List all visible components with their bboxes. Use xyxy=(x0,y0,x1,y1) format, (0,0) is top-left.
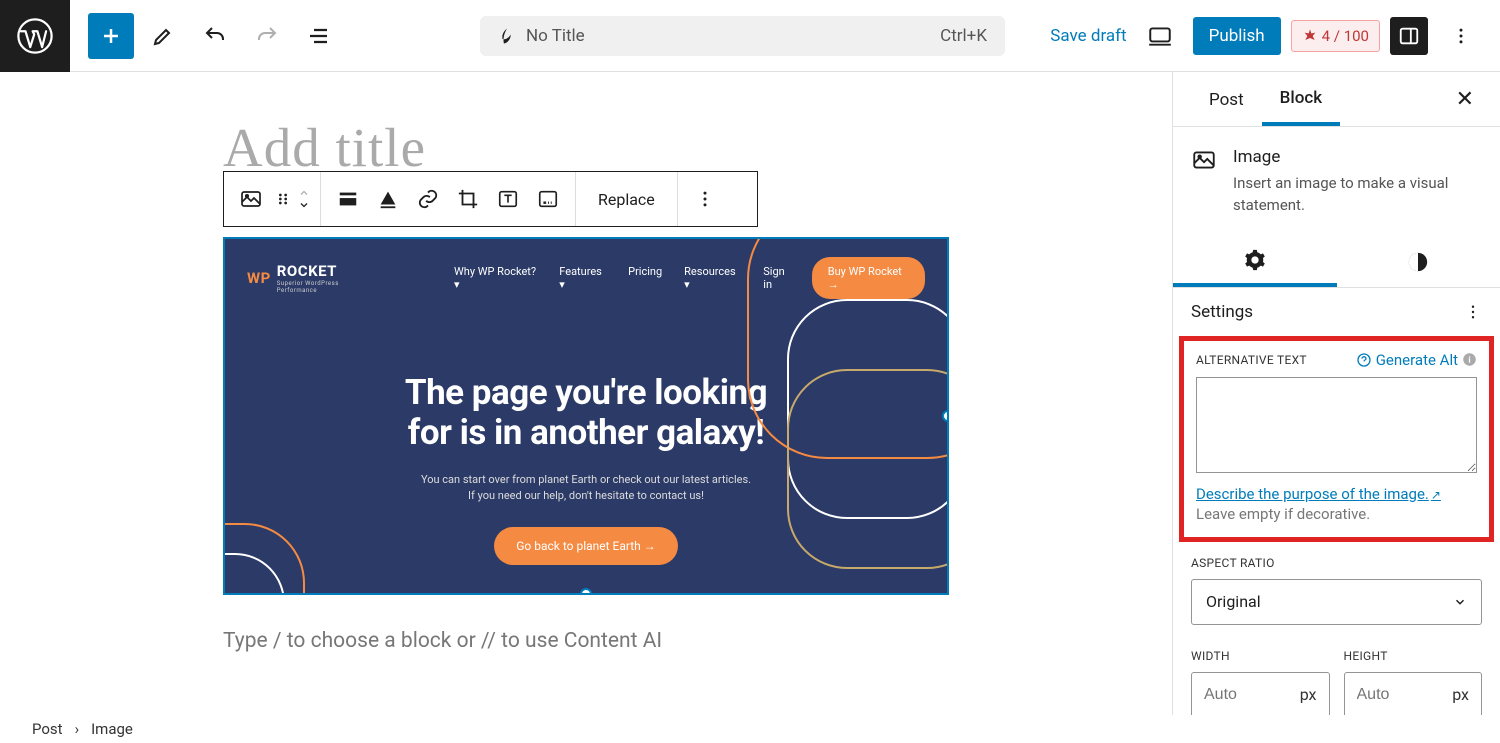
options-button[interactable] xyxy=(1438,13,1484,59)
drag-handle[interactable] xyxy=(272,180,294,218)
duotone-button[interactable] xyxy=(529,180,567,218)
settings-tab[interactable] xyxy=(1173,237,1337,287)
redo-button[interactable] xyxy=(244,13,290,59)
width-input-wrapper: px xyxy=(1191,672,1330,718)
publish-button[interactable]: Publish xyxy=(1193,17,1281,55)
alt-text-label: ALTERNATIVE TEXT xyxy=(1196,353,1307,367)
workspace: Add title xyxy=(0,72,1500,715)
document-title: No Title xyxy=(526,26,585,46)
image-block[interactable]: WP ROCKET Superior WordPress Performance… xyxy=(223,237,949,595)
command-bar[interactable]: No Title Ctrl+K xyxy=(480,16,1005,56)
save-draft-button[interactable]: Save draft xyxy=(1050,26,1126,46)
aspect-ratio-label: ASPECT RATIO xyxy=(1191,556,1275,570)
alt-text-help-link[interactable]: Describe the purpose of the image.↗ xyxy=(1196,485,1441,503)
alt-text-section: ALTERNATIVE TEXT Generate Alt Describe t… xyxy=(1179,336,1494,542)
generate-alt-button[interactable]: Generate Alt xyxy=(1356,351,1477,369)
resize-handle-right[interactable] xyxy=(942,410,949,422)
seo-score-badge[interactable]: 4 / 100 xyxy=(1291,20,1380,52)
tab-block[interactable]: Block xyxy=(1262,72,1340,126)
leaf-icon xyxy=(498,27,516,45)
sidebar-toggle-button[interactable] xyxy=(1390,17,1428,55)
height-label: HEIGHT xyxy=(1344,649,1388,663)
width-input[interactable] xyxy=(1204,686,1300,704)
height-input[interactable] xyxy=(1357,686,1453,704)
settings-more-button[interactable] xyxy=(1464,303,1482,321)
wp-rocket-logo: WP ROCKET Superior WordPress Performance xyxy=(247,262,374,294)
close-sidebar-button[interactable]: ✕ xyxy=(1448,83,1482,116)
replace-image-button[interactable]: Replace xyxy=(584,190,669,209)
crop-button[interactable] xyxy=(449,180,487,218)
post-title-input[interactable]: Add title xyxy=(223,116,1172,179)
decoration xyxy=(787,369,949,569)
width-label: WIDTH xyxy=(1191,649,1230,663)
resize-handle-bottom[interactable] xyxy=(580,588,592,595)
edit-tool-button[interactable] xyxy=(140,13,186,59)
settings-sidebar: Post Block ✕ Image Insert an image to ma… xyxy=(1172,72,1500,715)
block-type-button[interactable] xyxy=(232,180,270,218)
tab-post[interactable]: Post xyxy=(1191,74,1262,124)
breadcrumb-root[interactable]: Post xyxy=(32,720,63,738)
editor-canvas[interactable]: Add title xyxy=(0,72,1172,715)
preview-button[interactable] xyxy=(1137,13,1183,59)
add-block-button[interactable] xyxy=(88,13,134,59)
align-button[interactable] xyxy=(329,180,367,218)
breadcrumb: Post › Image xyxy=(0,715,1500,743)
height-input-wrapper: px xyxy=(1344,672,1483,718)
alt-text-input[interactable] xyxy=(1196,377,1477,473)
link-button[interactable] xyxy=(409,180,447,218)
text-overlay-button[interactable] xyxy=(489,180,527,218)
move-up-button[interactable] xyxy=(296,187,312,199)
alt-text-help: Leave empty if decorative. xyxy=(1196,505,1477,523)
image-icon xyxy=(1191,147,1217,217)
block-toolbar: Replace xyxy=(223,171,758,227)
document-overview-button[interactable] xyxy=(296,13,342,59)
editor-topbar: No Title Ctrl+K Save draft Publish 4 / 1… xyxy=(0,0,1500,72)
block-more-button[interactable] xyxy=(686,180,724,218)
chevron-right-icon: › xyxy=(75,720,80,738)
styles-tab[interactable] xyxy=(1337,237,1500,287)
block-appender-prompt[interactable]: Type / to choose a block or // to use Co… xyxy=(223,629,1172,653)
breadcrumb-current[interactable]: Image xyxy=(91,720,133,738)
block-name: Image xyxy=(1233,147,1482,167)
move-down-button[interactable] xyxy=(296,199,312,211)
command-shortcut: Ctrl+K xyxy=(940,26,987,46)
caption-button[interactable] xyxy=(369,180,407,218)
wordpress-logo[interactable] xyxy=(0,0,70,72)
aspect-ratio-select[interactable]: Original xyxy=(1191,579,1482,625)
undo-button[interactable] xyxy=(192,13,238,59)
block-description: Insert an image to make a visual stateme… xyxy=(1233,173,1482,217)
block-card: Image Insert an image to make a visual s… xyxy=(1173,127,1500,237)
settings-heading: Settings xyxy=(1191,302,1253,322)
